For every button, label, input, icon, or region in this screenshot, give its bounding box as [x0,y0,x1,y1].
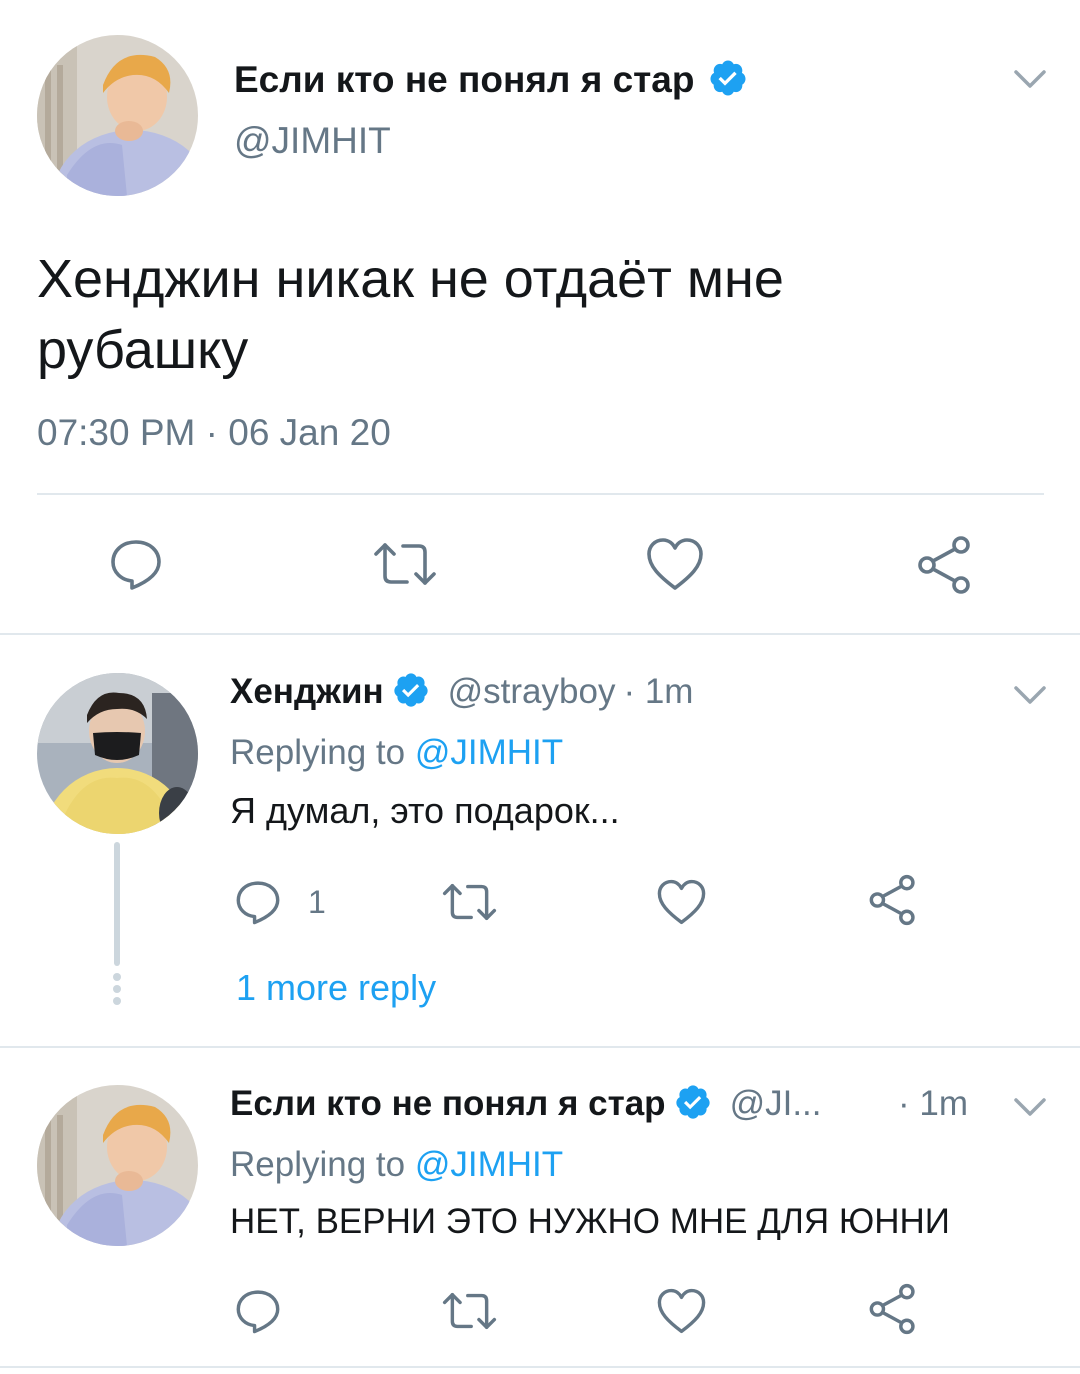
retweet-icon [442,884,497,920]
chevron-down-icon[interactable] [1012,680,1048,713]
replying-to: Replying to @JIMHIT [230,1145,563,1185]
share-icon [918,536,970,594]
timestamp[interactable]: 07:30 PM · 06 Jan 20 [37,412,391,454]
chevron-down-icon[interactable] [1012,1092,1048,1125]
replying-to-handle[interactable]: @JIMHIT [415,733,563,772]
replying-to-label: Replying to [230,1145,406,1184]
tweet-text: НЕТ, ВЕРНИ ЭТО НУЖНО МНЕ ДЛЯ ЮННИ [230,1202,950,1241]
share-button[interactable] [867,874,919,926]
chevron-down-icon[interactable] [1012,64,1048,97]
tweet-time: · 1m [623,672,694,711]
thread-line [114,842,120,966]
tweet-text-line: рубашку [37,320,249,380]
like-icon [647,538,703,590]
share-icon [869,1283,915,1335]
reply-button[interactable] [234,1287,282,1335]
share-button[interactable] [915,535,975,595]
display-name[interactable]: Если кто не понял я стар [234,59,694,101]
reply-icon [111,540,161,590]
replying-to-handle[interactable]: @JIMHIT [415,1145,563,1184]
retweet-icon [374,543,436,585]
verified-badge-icon [708,58,748,103]
like-button[interactable] [656,1287,707,1335]
handle[interactable]: @JI... [730,1084,822,1124]
share-icon [869,874,915,926]
retweet-button[interactable] [372,536,438,592]
divider [0,1366,1080,1368]
thread-dots [113,973,121,1005]
tweet-text-line: Хенджин никак не отдаёт мне [37,249,784,309]
replying-to: Replying to @JIMHIT [230,733,563,773]
tweet-text: Хенджин никак не отдаёт мне рубашку [37,244,784,386]
retweet-button[interactable] [441,878,498,926]
verified-badge-icon [392,671,430,714]
display-name[interactable]: Если кто не понял я стар [230,1084,666,1124]
divider [0,1046,1080,1048]
retweet-icon [442,1293,497,1329]
handle[interactable]: @strayboy [448,672,616,712]
avatar[interactable] [37,35,198,196]
like-icon [657,879,706,925]
reply-icon [236,881,280,925]
tweet-text: Я думал, это подарок... [230,790,620,831]
reply-button[interactable]: 1 [234,878,326,926]
handle[interactable]: @JIMHIT [234,120,391,162]
like-button[interactable] [656,878,707,926]
share-button[interactable] [867,1283,919,1335]
divider [0,633,1080,635]
avatar[interactable] [37,1085,198,1246]
reply-icon [236,1290,280,1334]
reply-button[interactable] [108,536,164,592]
reply-count: 1 [308,883,326,920]
avatar[interactable] [37,673,198,834]
like-icon [657,1288,706,1334]
like-button[interactable] [645,536,705,592]
replying-to-label: Replying to [230,733,406,772]
display-name[interactable]: Хенджин [230,672,384,712]
divider [37,493,1044,495]
verified-badge-icon [674,1083,712,1126]
tweet-time: · 1m [898,1084,968,1123]
more-replies-link[interactable]: 1 more reply [236,967,436,1009]
retweet-button[interactable] [441,1287,498,1335]
